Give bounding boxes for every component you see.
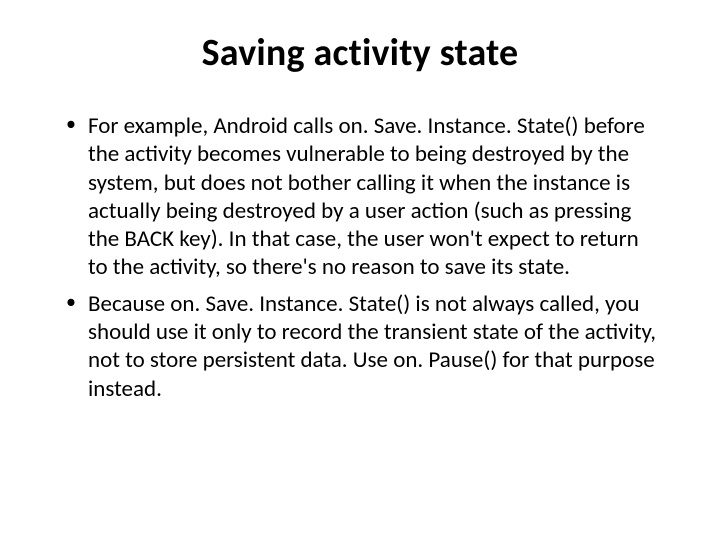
list-item: For example, Android calls on. Save. Ins…: [60, 112, 660, 282]
bullet-list: For example, Android calls on. Save. Ins…: [60, 112, 660, 403]
slide-title: Saving activity state: [60, 30, 660, 76]
list-item: Because on. Save. Instance. State() is n…: [60, 290, 660, 403]
slide: Saving activity state For example, Andro…: [0, 0, 720, 540]
